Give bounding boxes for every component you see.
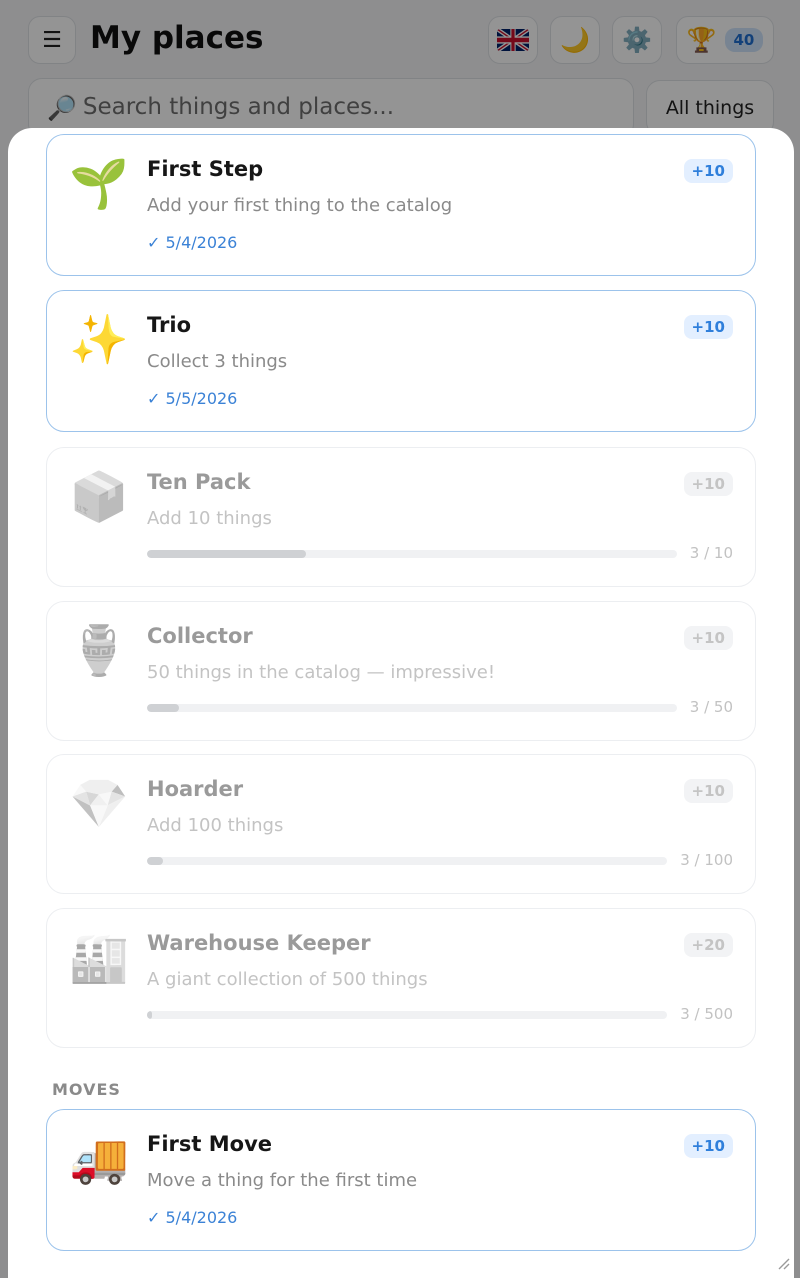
progress-count: 3 / 100 (680, 851, 733, 869)
progress-count: 3 / 10 (689, 544, 733, 562)
achievement-icon: ✨ (69, 312, 129, 368)
points-badge: +20 (683, 933, 733, 957)
progress-bar (147, 704, 677, 712)
achievement-title: Collector (147, 624, 253, 648)
achievement-card[interactable]: 📦 Ten Pack Add 10 things +10 3 / 10 (46, 447, 756, 587)
achievement-title: First Step (147, 157, 264, 181)
points-badge: +10 (683, 472, 733, 496)
achievement-description: Add 10 things (147, 508, 272, 529)
points-badge: +10 (683, 1134, 733, 1158)
achievement-description: Add 100 things (147, 815, 284, 836)
achievement-description: 50 things in the catalog — impressive! (147, 662, 496, 683)
achievement-title: Hoarder (147, 777, 244, 801)
progress-fill (147, 550, 306, 558)
achievement-description: Add your first thing to the catalog (147, 195, 453, 216)
progress-count: 3 / 50 (689, 698, 733, 716)
achievements-sheet: 🌱 First Step Add your first thing to the c… (8, 128, 794, 1278)
achievement-icon: 🏭 (69, 930, 129, 986)
achievement-card[interactable]: 🚚 First Move Move a thing for the first ti… (46, 1109, 756, 1251)
achievement-title: Warehouse Keeper (147, 931, 371, 955)
points-badge: +10 (683, 626, 733, 650)
achievement-icon: 🚚 (69, 1131, 129, 1187)
progress-bar (147, 857, 667, 865)
section-label-moves: MOVES (52, 1080, 121, 1099)
completion-date: ✓ 5/4/2026 (147, 1208, 238, 1227)
progress-bar (147, 1011, 667, 1019)
progress-fill (147, 1011, 153, 1019)
achievement-card[interactable]: 🏺 Collector 50 things in the catalog — imp… (46, 601, 756, 741)
achievement-description: A giant collection of 500 things (147, 969, 428, 990)
achievement-icon: 💎 (69, 776, 129, 832)
completion-date: ✓ 5/4/2026 (147, 233, 238, 252)
achievement-icon: 🌱 (69, 156, 129, 212)
achievement-card[interactable]: ✨ Trio Collect 3 things +10 ✓ 5/5/2026 (46, 290, 756, 432)
achievement-description: Collect 3 things (147, 351, 288, 372)
achievement-icon: 📦 (69, 469, 129, 525)
points-badge: +10 (683, 159, 733, 183)
achievement-title: First Move (147, 1132, 273, 1156)
progress-fill (147, 857, 163, 865)
achievement-title: Trio (147, 313, 191, 337)
achievement-title: Ten Pack (147, 470, 251, 494)
achievement-description: Move a thing for the first time (147, 1170, 418, 1191)
completion-date: ✓ 5/5/2026 (147, 389, 238, 408)
achievement-card[interactable]: 🌱 First Step Add your first thing to the c… (46, 134, 756, 276)
achievement-card[interactable]: 💎 Hoarder Add 100 things +10 3 / 100 (46, 754, 756, 894)
progress-fill (147, 704, 179, 712)
resize-handle-icon[interactable] (774, 1254, 790, 1270)
points-badge: +10 (683, 315, 733, 339)
points-badge: +10 (683, 779, 733, 803)
progress-bar (147, 550, 677, 558)
achievement-icon: 🏺 (69, 623, 129, 679)
achievement-card[interactable]: 🏭 Warehouse Keeper A giant collection of 5… (46, 908, 756, 1048)
progress-count: 3 / 500 (680, 1005, 733, 1023)
